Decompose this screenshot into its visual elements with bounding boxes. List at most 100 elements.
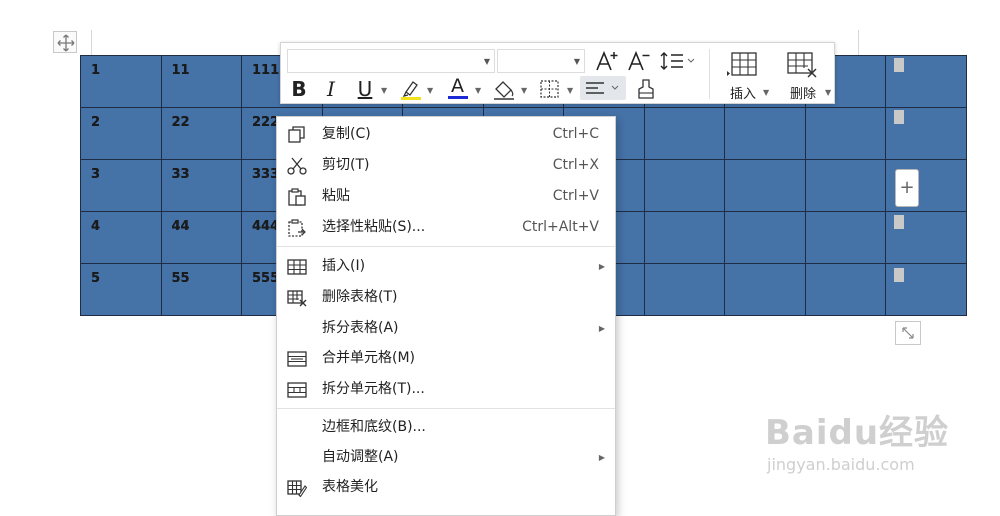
paste-icon — [288, 188, 306, 206]
table-cell[interactable]: 44 — [160, 211, 242, 264]
chevron-down-icon: ▼ — [825, 88, 832, 97]
row-end-marker — [894, 58, 904, 72]
chevron-down-icon: ▼ — [483, 57, 490, 66]
shrink-font-icon — [628, 50, 650, 71]
font-size-select[interactable]: ▼ — [497, 49, 585, 73]
bold-button[interactable]: B — [287, 77, 311, 101]
chevron-right-icon: ▶ — [598, 262, 605, 271]
table-cell[interactable] — [804, 263, 886, 316]
highlight-button[interactable] — [398, 77, 424, 101]
resize-icon — [902, 327, 914, 339]
menu-divider — [277, 408, 615, 409]
table-cell[interactable] — [643, 263, 725, 316]
table-cell[interactable] — [804, 211, 886, 264]
font-name-select[interactable]: ▼ — [287, 49, 495, 73]
delete-button[interactable]: 删除 ▼ — [775, 47, 832, 102]
menu-item-shortcut: Ctrl+C — [552, 126, 599, 142]
grow-font-button[interactable] — [593, 49, 621, 73]
toolbar-separator — [709, 49, 710, 99]
table-cell[interactable] — [643, 159, 725, 212]
menu-item-label: 复制(C) — [322, 126, 371, 142]
table-cell[interactable] — [643, 211, 725, 264]
move-arrows-icon — [57, 34, 75, 52]
delete-table-icon — [787, 52, 817, 78]
table-cell[interactable]: 11 — [160, 55, 242, 108]
menu-item-delete-table[interactable]: 删除表格(T) — [277, 282, 615, 313]
align-button[interactable] — [580, 76, 626, 100]
menu-item-cut[interactable]: 剪切(T) Ctrl+X — [277, 150, 615, 181]
align-left-icon — [586, 82, 619, 94]
menu-item-paste-special[interactable]: 选择性粘贴(S)... Ctrl+Alt+V — [277, 212, 615, 243]
merge-cells-icon — [287, 351, 307, 367]
borders-button[interactable] — [537, 77, 563, 101]
floating-format-toolbar: ▼ ▼ B I U ▼ ▼ A ▼ ▼ ▼ 插入 ▼ 删除 ▼ — [280, 42, 835, 104]
menu-item-insert[interactable]: 插入(I) ▶ — [277, 251, 615, 282]
menu-item-label: 表格美化 — [322, 479, 378, 495]
watermark-url: jingyan.baidu.com — [767, 455, 915, 474]
menu-item-label: 合并单元格(M) — [322, 350, 416, 366]
watermark-logo-text: Baidu经验 — [765, 413, 950, 453]
menu-item-paste[interactable]: 粘贴 Ctrl+V — [277, 181, 615, 212]
menu-item-shortcut: Ctrl+V — [552, 188, 599, 204]
menu-item-shortcut: Ctrl+X — [552, 157, 599, 173]
table-cell[interactable] — [643, 107, 725, 160]
table-cell[interactable]: 2 — [80, 107, 162, 160]
table-resize-handle[interactable] — [895, 321, 921, 345]
menu-item-copy[interactable]: 复制(C) Ctrl+C — [277, 119, 615, 150]
table-cell[interactable]: 55 — [160, 263, 242, 316]
underline-button[interactable]: U — [351, 77, 379, 101]
menu-item-split-cells[interactable]: 拆分单元格(T)... — [277, 374, 615, 405]
table-cell[interactable] — [804, 159, 886, 212]
table-cell[interactable]: 5 — [80, 263, 162, 316]
chevron-down-icon[interactable]: ▼ — [521, 86, 527, 95]
table-cell[interactable]: 1 — [80, 55, 162, 108]
chevron-down-icon[interactable]: ▼ — [381, 86, 387, 95]
grow-font-icon — [596, 50, 618, 71]
delete-table-icon — [287, 290, 307, 307]
chevron-down-icon[interactable]: ▼ — [427, 86, 433, 95]
table-move-handle[interactable] — [53, 31, 77, 53]
menu-item-label: 粘贴 — [322, 188, 350, 204]
insert-table-icon — [287, 259, 307, 275]
insert-button[interactable]: 插入 ▼ — [715, 47, 771, 102]
table-cell[interactable]: 33 — [160, 159, 242, 212]
shading-button[interactable] — [491, 77, 517, 101]
menu-item-label: 插入(I) — [322, 258, 366, 274]
menu-divider — [277, 246, 615, 247]
table-cell[interactable] — [724, 211, 806, 264]
format-painter-button[interactable] — [633, 77, 659, 101]
table-cell-text: 3 — [91, 167, 101, 182]
table-cell[interactable] — [724, 159, 806, 212]
table-cell[interactable]: 4 — [80, 211, 162, 264]
paint-bucket-icon — [494, 81, 514, 100]
shrink-font-button[interactable] — [625, 49, 653, 73]
table-cell[interactable] — [724, 107, 806, 160]
table-cell[interactable] — [804, 107, 886, 160]
menu-item-label: 自动调整(A) — [322, 449, 399, 465]
chevron-down-icon[interactable]: ▼ — [475, 86, 481, 95]
menu-item-borders-shading[interactable]: 边框和底纹(B)... — [277, 412, 615, 443]
menu-item-split-table[interactable]: 拆分表格(A) ▶ — [277, 313, 615, 344]
add-column-button[interactable]: + — [895, 169, 919, 207]
chevron-right-icon: ▶ — [598, 453, 605, 462]
menu-item-label: 剪切(T) — [322, 157, 370, 173]
italic-button[interactable]: I — [319, 77, 343, 101]
menu-item-label: 选择性粘贴(S)... — [322, 219, 426, 235]
menu-item-table-beautify[interactable]: 表格美化 — [277, 472, 615, 503]
font-color-swatch — [448, 96, 468, 99]
highlighter-icon — [401, 81, 421, 100]
line-spacing-button[interactable] — [659, 49, 699, 73]
chevron-down-icon: ▼ — [763, 88, 770, 97]
table-cell[interactable]: 3 — [80, 159, 162, 212]
chevron-down-icon[interactable]: ▼ — [567, 86, 573, 95]
menu-item-autofit[interactable]: 自动调整(A) ▶ — [277, 442, 615, 473]
copy-icon — [288, 126, 305, 143]
menu-item-merge-cells[interactable]: 合并单元格(M) — [277, 343, 615, 374]
table-cell[interactable] — [724, 263, 806, 316]
font-color-button[interactable]: A — [445, 75, 471, 101]
table-cell[interactable]: 22 — [160, 107, 242, 160]
table-cell-text: 4 — [91, 219, 101, 234]
line-spacing-icon — [660, 52, 695, 70]
paste-special-icon — [288, 219, 306, 237]
margin-guide-left — [91, 30, 92, 55]
